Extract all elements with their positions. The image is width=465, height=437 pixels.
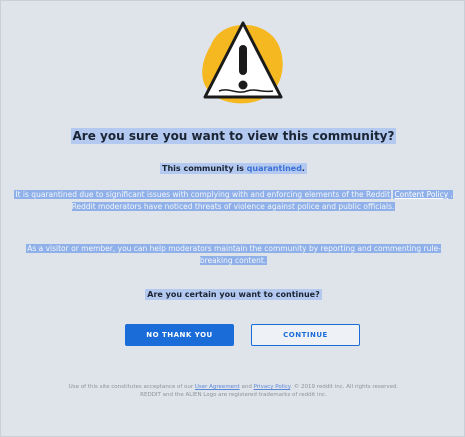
continue-button[interactable]: CONTINUE (251, 324, 360, 346)
explanation-text-start: It is quarantined due to significant iss… (14, 190, 392, 199)
user-agreement-link[interactable]: User Agreement (195, 384, 240, 390)
dialog-title: Are you sure you want to view this commu… (70, 128, 397, 144)
subtitle-suffix: . (301, 164, 305, 173)
legal-footer: Use of this site constitutes acceptance … (61, 383, 406, 399)
footer-and: and (241, 384, 252, 390)
subtitle-prefix: This community is (162, 164, 244, 173)
footer-text-start: Use of this site constitutes acceptance … (68, 384, 194, 390)
dialog-subtitle: This community is quarantined. (1, 163, 464, 174)
quarantined-status: quarantined (246, 164, 302, 173)
quarantine-interstitial-page: Are you sure you want to view this commu… (0, 0, 465, 437)
continue-question: Are you certain you want to continue? (145, 289, 322, 300)
no-thank-you-button[interactable]: NO THANK YOU (125, 324, 234, 346)
privacy-policy-link[interactable]: Privacy Policy (254, 384, 291, 390)
quarantine-explanation: It is quarantined due to significant iss… (13, 189, 454, 212)
content-policy-link[interactable]: Content Policy (393, 190, 450, 199)
visitor-guidance: As a visitor or member, you can help mod… (26, 244, 441, 265)
warning-triangle-icon (189, 15, 289, 115)
